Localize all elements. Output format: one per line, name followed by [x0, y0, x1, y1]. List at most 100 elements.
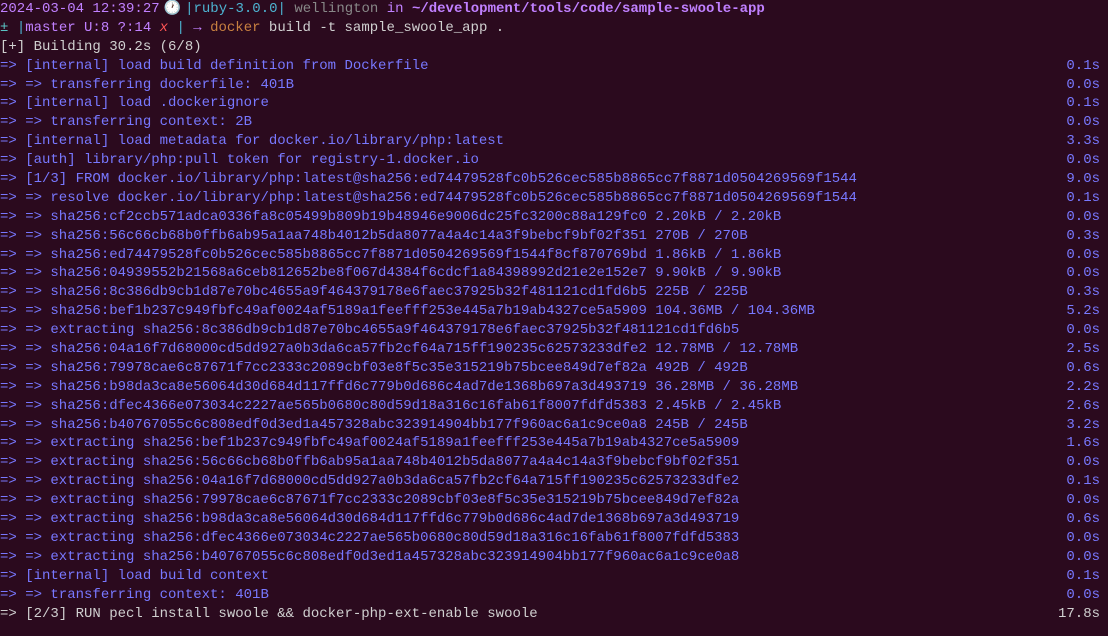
build-steps: => [internal] load build definition from…	[0, 57, 1108, 605]
step-text: => => extracting sha256:dfec4366e073034c…	[0, 529, 1066, 548]
build-step: => => sha256:bef1b237c949fbfc49af0024af5…	[0, 302, 1108, 321]
step-time: 0.0s	[1066, 453, 1108, 472]
step-time: 2.2s	[1066, 378, 1108, 397]
step-text: => => transferring dockerfile: 401B	[0, 76, 1066, 95]
build-step: => => extracting sha256:b40767055c6c808e…	[0, 548, 1108, 567]
build-step: => => sha256:b40767055c6c808edf0d3ed1a45…	[0, 416, 1108, 435]
step-time: 3.2s	[1066, 416, 1108, 435]
build-step: => [internal] load metadata for docker.i…	[0, 132, 1108, 151]
step-text: => => sha256:ed74479528fc0b526cec585b886…	[0, 246, 1066, 265]
step-text: => => sha256:04939552b21568a6ceb812652be…	[0, 264, 1066, 283]
step-time: 2.5s	[1066, 340, 1108, 359]
command-args: build -t sample_swoole_app .	[269, 19, 504, 38]
build-step: => => sha256:ed74479528fc0b526cec585b886…	[0, 246, 1108, 265]
step-text: => => sha256:8c386db9cb1d87e70bc4655a9f4…	[0, 283, 1066, 302]
build-step: => => transferring context: 401B0.0s	[0, 586, 1108, 605]
step-text: => [internal] load build definition from…	[0, 57, 1066, 76]
separator: |	[168, 19, 185, 38]
step-text: => => transferring context: 2B	[0, 113, 1066, 132]
clock-icon: 🕐	[164, 0, 181, 19]
step-time: 0.3s	[1066, 283, 1108, 302]
git-branch: master U:8 ?:14	[25, 19, 151, 38]
step-time: 0.0s	[1066, 264, 1108, 283]
step-time: 1.6s	[1066, 434, 1108, 453]
step-time: 0.0s	[1066, 113, 1108, 132]
step-time: 0.1s	[1066, 94, 1108, 113]
build-step: => => resolve docker.io/library/php:late…	[0, 189, 1108, 208]
step-text: => => sha256:dfec4366e073034c2227ae565b0…	[0, 397, 1066, 416]
build-step: => => sha256:b98da3ca8e56064d30d684d117f…	[0, 378, 1108, 397]
step-text: => => extracting sha256:79978cae6c87671f…	[0, 491, 1066, 510]
step-time: 0.3s	[1066, 227, 1108, 246]
build-step: => => extracting sha256:b98da3ca8e56064d…	[0, 510, 1108, 529]
step-time: 3.3s	[1066, 132, 1108, 151]
build-step: => => transferring context: 2B0.0s	[0, 113, 1108, 132]
step-time: 5.2s	[1066, 302, 1108, 321]
step-text: => => sha256:56c66cb68b0ffb6ab95a1aa748b…	[0, 227, 1066, 246]
separator: |	[185, 0, 193, 19]
step-text: => => sha256:79978cae6c87671f7cc2333c208…	[0, 359, 1066, 378]
step-time: 0.1s	[1066, 472, 1108, 491]
step-time: 9.0s	[1066, 170, 1108, 189]
build-step: => => extracting sha256:8c386db9cb1d87e7…	[0, 321, 1108, 340]
prompt-arrow: →	[193, 19, 201, 38]
separator: |	[17, 19, 25, 38]
build-step: => => sha256:56c66cb68b0ffb6ab95a1aa748b…	[0, 227, 1108, 246]
step-text: => => extracting sha256:b98da3ca8e56064d…	[0, 510, 1066, 529]
step-text: => => sha256:cf2ccb571adca0336fa8c05499b…	[0, 208, 1066, 227]
datetime: 2024-03-04 12:39:27	[0, 0, 160, 19]
current-step: => [2/3] RUN pecl install swoole && dock…	[0, 605, 1108, 624]
step-text: => => transferring context: 401B	[0, 586, 1066, 605]
step-text: => => resolve docker.io/library/php:late…	[0, 189, 1066, 208]
step-time: 0.0s	[1066, 321, 1108, 340]
build-step: => => sha256:8c386db9cb1d87e70bc4655a9f4…	[0, 283, 1108, 302]
git-dirty-icon: x	[160, 19, 168, 38]
build-step: => => extracting sha256:79978cae6c87671f…	[0, 491, 1108, 510]
build-step: => => sha256:cf2ccb571adca0336fa8c05499b…	[0, 208, 1108, 227]
current-step-time: 17.8s	[1058, 605, 1108, 624]
step-text: => [1/3] FROM docker.io/library/php:late…	[0, 170, 1066, 189]
step-time: 0.1s	[1066, 189, 1108, 208]
step-time: 2.6s	[1066, 397, 1108, 416]
step-text: => => extracting sha256:b40767055c6c808e…	[0, 548, 1066, 567]
build-step: => => extracting sha256:dfec4366e073034c…	[0, 529, 1108, 548]
separator: |	[278, 0, 286, 19]
username: wellington	[294, 0, 378, 19]
step-time: 0.0s	[1066, 529, 1108, 548]
building-status: [+] Building 30.2s (6/8)	[0, 38, 1108, 57]
build-step: => [internal] load build definition from…	[0, 57, 1108, 76]
step-text: => => extracting sha256:8c386db9cb1d87e7…	[0, 321, 1066, 340]
command-name: docker	[210, 19, 260, 38]
step-text: => [auth] library/php:pull token for reg…	[0, 151, 1066, 170]
prompt-line-1: 2024-03-04 12:39:27 🕐 |ruby-3.0.0| welli…	[0, 0, 1108, 19]
step-time: 0.1s	[1066, 57, 1108, 76]
build-step: => => transferring dockerfile: 401B0.0s	[0, 76, 1108, 95]
git-status-icon: ±	[0, 19, 8, 38]
build-step: => => extracting sha256:56c66cb68b0ffb6a…	[0, 453, 1108, 472]
step-text: => [internal] load metadata for docker.i…	[0, 132, 1066, 151]
step-text: => [internal] load .dockerignore	[0, 94, 1066, 113]
in-label: in	[387, 0, 404, 19]
step-time: 0.0s	[1066, 208, 1108, 227]
ruby-version: ruby-3.0.0	[193, 0, 277, 19]
step-time: 0.6s	[1066, 510, 1108, 529]
build-step: => [1/3] FROM docker.io/library/php:late…	[0, 170, 1108, 189]
step-time: 0.0s	[1066, 151, 1108, 170]
prompt-line-2: ± |master U:8 ?:14 x | → docker build -t…	[0, 19, 1108, 38]
step-time: 0.0s	[1066, 76, 1108, 95]
step-text: => [internal] load build context	[0, 567, 1066, 586]
step-time: 0.0s	[1066, 491, 1108, 510]
build-step: => => sha256:dfec4366e073034c2227ae565b0…	[0, 397, 1108, 416]
cwd-path: ~/development/tools/code/sample-swoole-a…	[412, 0, 765, 19]
current-step-text: => [2/3] RUN pecl install swoole && dock…	[0, 605, 538, 624]
step-time: 0.0s	[1066, 246, 1108, 265]
step-time: 0.0s	[1066, 586, 1108, 605]
build-step: => [internal] load build context0.1s	[0, 567, 1108, 586]
step-text: => => sha256:04a16f7d68000cd5dd927a0b3da…	[0, 340, 1066, 359]
step-text: => => sha256:bef1b237c949fbfc49af0024af5…	[0, 302, 1066, 321]
build-step: => [auth] library/php:pull token for reg…	[0, 151, 1108, 170]
build-step: => => extracting sha256:bef1b237c949fbfc…	[0, 434, 1108, 453]
step-time: 0.1s	[1066, 567, 1108, 586]
step-text: => => extracting sha256:bef1b237c949fbfc…	[0, 434, 1066, 453]
build-step: => => sha256:04939552b21568a6ceb812652be…	[0, 264, 1108, 283]
